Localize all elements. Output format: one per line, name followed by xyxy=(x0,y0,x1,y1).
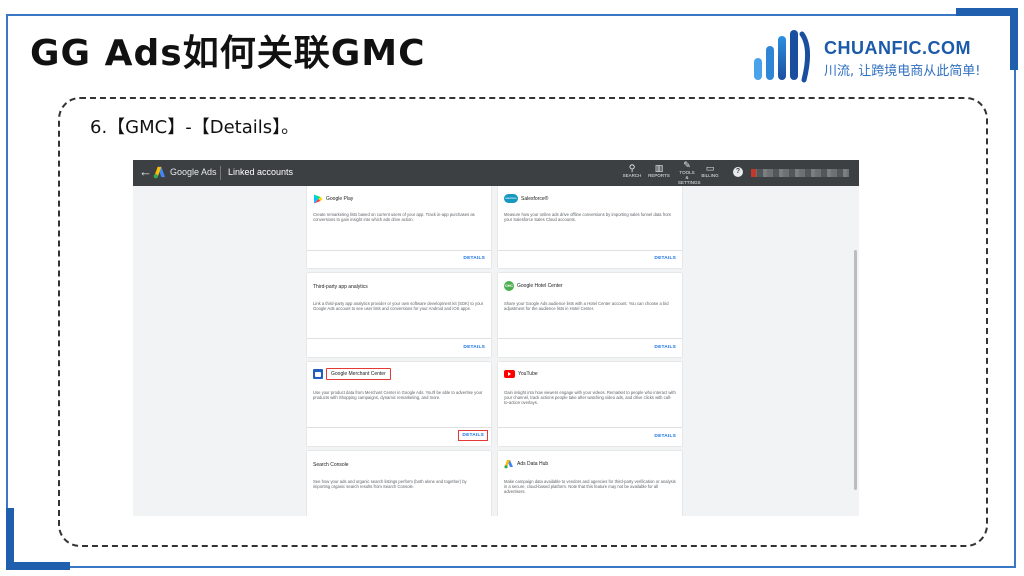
card-title: Search Console xyxy=(313,462,349,468)
tools-settings-label: TOOLS & SETTINGS xyxy=(678,170,701,185)
card-description: Create remarketing lists based on curren… xyxy=(313,212,475,223)
gmc-details-button[interactable]: DETAILS xyxy=(458,430,488,441)
card-third-party-analytics: Third-party app analytics Link a third-p… xyxy=(307,273,491,357)
arrow-left-icon[interactable]: ← xyxy=(139,164,152,179)
card-divider xyxy=(307,338,491,339)
card-youtube: YouTube Gain insight into how viewers en… xyxy=(498,362,682,446)
card-google-hotel-center: GHC Google Hotel Center Share your Googl… xyxy=(498,273,682,357)
card-description: Gain insight into how viewers engage wit… xyxy=(504,390,676,406)
chuanfic-logo: CHUANFIC.COM 川流, 让跨境电商从此简单! xyxy=(752,22,982,86)
merchant-center-icon xyxy=(313,369,323,379)
billing-icon: ▭ xyxy=(705,163,715,173)
card-search-console: Search Console See how your ads and orga… xyxy=(307,451,491,516)
frame-bottom-line xyxy=(70,566,1016,568)
search-label: SEARCH xyxy=(622,173,642,178)
tools-settings-button[interactable]: ✎ TOOLS & SETTINGS xyxy=(674,160,701,185)
app-name: Google Ads xyxy=(170,167,217,177)
card-title: YouTube xyxy=(518,371,538,377)
card-title-highlighted: Google Merchant Center xyxy=(326,368,391,380)
card-description: Link a third-party app analytics provide… xyxy=(313,301,484,312)
card-description: Share your Google Ads audience lists wit… xyxy=(504,301,669,312)
logo-bars-icon xyxy=(754,30,810,83)
card-description: Make campaign data available to vendors … xyxy=(504,479,676,495)
wrench-icon: ✎ xyxy=(683,160,691,170)
blurred-account-info xyxy=(751,169,849,177)
card-divider xyxy=(498,338,682,339)
card-google-play: Google Play Create remarketing lists bas… xyxy=(307,186,491,268)
hotel-center-icon: GHC xyxy=(504,281,514,291)
card-title: Salesforce® xyxy=(521,195,549,202)
reports-button[interactable]: ▥ REPORTS xyxy=(647,163,671,178)
search-button[interactable]: ⚲ SEARCH xyxy=(621,163,643,178)
help-icon[interactable]: ? xyxy=(733,167,743,177)
step-instruction: 6.【GMC】-【Details】。 xyxy=(90,117,300,138)
card-ads-data-hub: Ads Data Hub Make campaign data availabl… xyxy=(498,451,682,516)
search-icon: ⚲ xyxy=(628,163,636,173)
topbar-divider xyxy=(220,166,221,180)
billing-button[interactable]: ▭ BILLING xyxy=(699,163,721,178)
card-description: See how your ads and organic search list… xyxy=(313,479,467,490)
account-color-marker xyxy=(751,169,756,177)
card-divider xyxy=(498,250,682,251)
card-title: Ads Data Hub xyxy=(517,461,549,467)
google-ads-logo-icon xyxy=(153,166,166,179)
card-divider xyxy=(307,250,491,251)
google-play-icon xyxy=(314,194,323,204)
card-google-merchant-center: Google Merchant Center Use your product … xyxy=(307,362,491,446)
details-button[interactable]: DETAILS xyxy=(463,345,485,350)
details-button[interactable]: DETAILS xyxy=(463,256,485,261)
card-title: Google Hotel Center xyxy=(517,283,563,289)
card-divider xyxy=(498,427,682,428)
salesforce-icon: salesforce xyxy=(504,194,518,203)
reports-label: REPORTS xyxy=(648,173,670,178)
google-ads-topbar: ← Google Ads Linked accounts ⚲ SEARCH ▥ … xyxy=(133,160,859,186)
details-button[interactable]: DETAILS xyxy=(654,256,676,261)
frame-right-line xyxy=(1014,68,1016,568)
card-salesforce: salesforce Salesforce® Measure how your … xyxy=(498,186,682,268)
slide-title: GG Ads如何关联GMC xyxy=(30,33,426,74)
ads-data-hub-icon xyxy=(504,460,513,469)
card-divider xyxy=(307,427,491,428)
reports-icon: ▥ xyxy=(654,163,664,173)
logo-slogan-text: 川流, 让跨境电商从此简单! xyxy=(824,64,981,79)
details-button[interactable]: DETAILS xyxy=(654,345,676,350)
billing-label: BILLING xyxy=(701,173,719,178)
frame-top-line xyxy=(6,14,956,16)
card-title: Third-party app analytics xyxy=(313,284,368,290)
google-ads-screenshot: ← Google Ads Linked accounts ⚲ SEARCH ▥ … xyxy=(133,160,859,516)
logo-brand-text: CHUANFIC.COM xyxy=(824,38,971,58)
details-button[interactable]: DETAILS xyxy=(654,434,676,439)
youtube-icon xyxy=(504,370,515,378)
card-title: Google Play xyxy=(326,196,354,202)
frame-left-line xyxy=(6,14,8,508)
card-description: Measure how your online ads drive offlin… xyxy=(504,212,672,223)
page-title: Linked accounts xyxy=(228,167,294,177)
page-scrollbar[interactable] xyxy=(854,250,857,490)
card-description: Use your product data from Merchant Cent… xyxy=(313,390,483,401)
